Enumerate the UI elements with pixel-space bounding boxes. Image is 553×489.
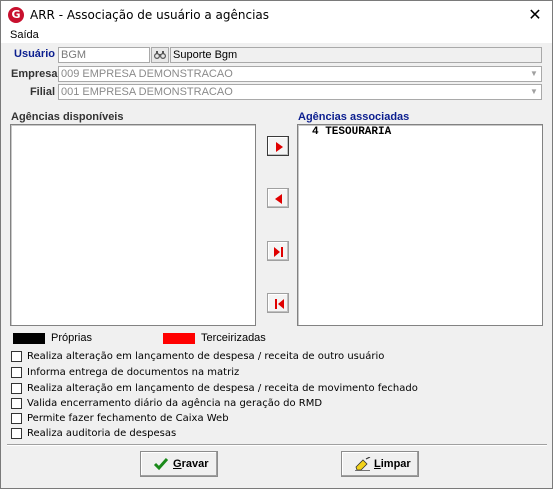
option-label: Valida encerramento diário da agência na… (27, 398, 323, 409)
arrow-all-right-icon (274, 247, 283, 257)
divider (7, 444, 547, 446)
option-label: Informa entrega de documentos na matriz (27, 367, 240, 378)
clear-button[interactable]: Limpar (341, 451, 419, 477)
available-agencies-list[interactable] (10, 124, 256, 326)
arrow-left-icon (275, 194, 282, 204)
move-all-right-button[interactable] (267, 241, 289, 261)
usuario-name-field: Suporte Bgm (170, 47, 542, 63)
eraser-icon (355, 457, 371, 471)
binoculars-icon (153, 51, 167, 60)
clear-rest: impar (380, 458, 411, 470)
menu-item-saida[interactable]: Saída (10, 29, 39, 41)
option-label: Permite fazer fechamento de Caixa Web (27, 413, 229, 424)
clear-button-label: Limpar (374, 458, 411, 470)
filial-select[interactable]: 001 EMPRESA DEMONSTRACAO ▼ (58, 84, 542, 100)
checkbox[interactable] (11, 367, 22, 378)
checkbox[interactable] (11, 383, 22, 394)
window-title: ARR - Associação de usuário a agências (30, 8, 270, 22)
move-left-button[interactable] (267, 188, 289, 208)
save-accel: G (173, 458, 182, 470)
associated-agencies-title: Agências associadas (298, 111, 410, 123)
legend-third-swatch (163, 333, 195, 344)
filial-select-value: 001 EMPRESA DEMONSTRACAO (61, 86, 233, 98)
checkbox[interactable] (11, 413, 22, 424)
legend-own-label: Próprias (51, 332, 92, 344)
checkbox[interactable] (11, 351, 22, 362)
option-label: Realiza auditoria de despesas (27, 428, 177, 439)
save-button-label: Gravar (173, 458, 208, 470)
usuario-label: Usuário (14, 48, 55, 60)
checkmark-icon (153, 458, 169, 471)
associated-agencies-list[interactable]: 4 TESOURARIA (297, 124, 543, 326)
usuario-lookup-button[interactable] (151, 47, 169, 63)
title-bar: G ARR - Associação de usuário a agências… (1, 1, 552, 29)
empresa-label: Empresa (11, 68, 58, 80)
empresa-select-value: 009 EMPRESA DEMONSTRACAO (61, 68, 233, 80)
legend-third-label: Terceirizadas (201, 332, 266, 344)
menu-bar: Saída (1, 29, 552, 43)
save-rest: ravar (181, 458, 209, 470)
checkbox[interactable] (11, 428, 22, 439)
chevron-down-icon: ▼ (530, 87, 538, 96)
filial-label: Filial (29, 86, 55, 98)
empresa-select[interactable]: 009 EMPRESA DEMONSTRACAO ▼ (58, 66, 542, 82)
available-agencies-title: Agências disponíveis (11, 111, 124, 123)
move-right-button[interactable] (267, 136, 289, 156)
save-button[interactable]: Gravar (140, 451, 218, 477)
option-label: Realiza alteração em lançamento de despe… (27, 383, 418, 394)
checkbox[interactable] (11, 398, 22, 409)
option-label: Realiza alteração em lançamento de despe… (27, 351, 385, 362)
arrow-right-icon (276, 142, 283, 152)
move-all-left-button[interactable] (267, 293, 289, 313)
list-item[interactable]: 4 TESOURARIA (312, 126, 391, 138)
close-button[interactable]: ✕ (524, 4, 546, 26)
clear-accel: L (374, 458, 381, 470)
dialog-window: G ARR - Associação de usuário a agências… (0, 0, 553, 489)
legend-own-swatch (13, 333, 45, 344)
app-logo-icon: G (8, 7, 24, 23)
arrow-all-left-icon (275, 299, 284, 309)
chevron-down-icon: ▼ (530, 69, 538, 78)
usuario-code-field[interactable]: BGM (58, 47, 150, 63)
